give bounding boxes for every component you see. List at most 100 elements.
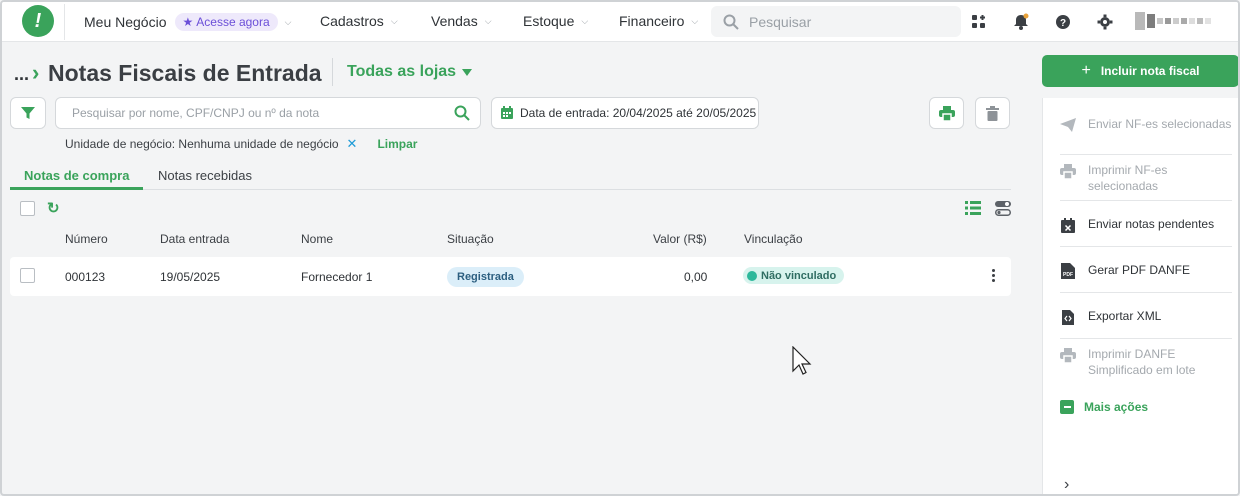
calendar-x-icon xyxy=(1060,217,1076,233)
nav-item-label: Vendas xyxy=(431,13,478,29)
caret-down-icon xyxy=(462,68,473,76)
row-more-icon[interactable] xyxy=(992,269,995,282)
trash-icon xyxy=(986,105,999,121)
refresh-icon[interactable]: ↻ xyxy=(47,199,60,217)
send-icon xyxy=(1060,117,1076,133)
access-badge-label: Acesse agora xyxy=(196,15,270,29)
nav-item-vendas[interactable]: Vendas ⌵ xyxy=(431,13,492,29)
actions-divider xyxy=(1060,154,1232,155)
action-send-selected[interactable]: Enviar NF-es selecionadas xyxy=(1060,116,1232,133)
chevron-down-icon: ⌵ xyxy=(284,16,292,27)
code-file-icon xyxy=(1060,309,1076,325)
nav-item-estoque[interactable]: Estoque ⌵ xyxy=(523,13,588,29)
chevron-right-icon[interactable]: › xyxy=(1064,476,1069,494)
date-range-label: Data de entrada: 20/04/2025 até 20/05/20… xyxy=(520,106,757,120)
select-all-checkbox[interactable] xyxy=(20,201,35,216)
chevron-right-icon: › xyxy=(32,60,40,85)
app-window: ! Meu Negócio ★ Acesse agora ⌵ Cadastros… xyxy=(0,0,1240,496)
include-invoice-button[interactable]: + Incluir nota fiscal xyxy=(1042,55,1238,87)
svg-text:PDF: PDF xyxy=(1063,272,1073,278)
actions-divider xyxy=(1060,200,1232,201)
apps-icon[interactable] xyxy=(969,12,989,32)
plus-icon: + xyxy=(1081,62,1091,79)
action-label: Imprimir DANFE Simplificado em lote xyxy=(1088,347,1196,377)
link-status-label: Não vinculado xyxy=(761,269,837,282)
column-header-nome: Nome xyxy=(301,232,334,246)
row-data-entrada: 19/05/2025 xyxy=(160,270,221,284)
action-send-pending[interactable]: Enviar notas pendentes xyxy=(1060,216,1232,233)
nav-item-label: Estoque xyxy=(523,13,575,29)
bell-icon[interactable] xyxy=(1011,12,1031,32)
row-numero: 000123 xyxy=(65,270,106,284)
printer-icon xyxy=(1060,163,1076,179)
printer-icon xyxy=(1060,347,1076,363)
row-checkbox[interactable] xyxy=(20,268,35,283)
nav-item-financeiro[interactable]: Financeiro ⌵ xyxy=(619,13,698,29)
nav-item-label: Financeiro xyxy=(619,13,685,29)
filter-icon xyxy=(21,107,35,119)
row-nome: Fornecedor 1 xyxy=(301,270,373,284)
top-navbar: ! Meu Negócio ★ Acesse agora ⌵ Cadastros… xyxy=(2,2,1238,42)
app-logo[interactable]: ! xyxy=(22,5,54,37)
store-selector[interactable]: Todas as lojas xyxy=(347,63,473,81)
search-icon[interactable] xyxy=(454,105,470,121)
action-generate-pdf[interactable]: PDF Gerar PDF DANFE xyxy=(1060,262,1232,279)
action-export-xml[interactable]: Exportar XML xyxy=(1060,308,1232,325)
date-range-filter[interactable]: Data de entrada: 20/04/2025 até 20/05/20… xyxy=(491,97,759,129)
include-invoice-label: Incluir nota fiscal xyxy=(1100,64,1200,78)
business-label: Meu Negócio xyxy=(84,14,167,30)
action-print-danfe-batch[interactable]: Imprimir DANFE Simplificado em lote xyxy=(1060,346,1232,378)
column-header-numero: Número xyxy=(65,232,108,246)
search-icon xyxy=(723,14,739,30)
action-print-selected[interactable]: Imprimir NF-es selecionadas xyxy=(1060,162,1232,194)
more-actions-label: Mais ações xyxy=(1084,400,1149,414)
actions-panel xyxy=(1042,98,1238,494)
column-header-data-entrada: Data entrada xyxy=(160,232,230,246)
status-dot-icon xyxy=(747,270,757,281)
tab-notas-recebidas[interactable]: Notas recebidas xyxy=(158,168,252,183)
toggle-columns-icon[interactable] xyxy=(995,201,1011,219)
breadcrumb[interactable]: ... xyxy=(14,64,29,85)
link-status-badge: Não vinculado xyxy=(743,267,845,284)
nav-divider xyxy=(64,4,65,40)
business-menu[interactable]: Meu Negócio ★ Acesse agora ⌵ xyxy=(84,13,291,31)
active-tab-indicator xyxy=(10,187,143,190)
collapse-icon xyxy=(1060,400,1074,414)
star-icon: ★ xyxy=(182,15,194,29)
column-header-valor: Valor (R$) xyxy=(653,232,707,246)
help-icon[interactable]: ? xyxy=(1053,12,1073,32)
chevron-down-icon: ⌵ xyxy=(484,15,492,26)
tabs-divider xyxy=(10,189,1011,190)
filter-button[interactable] xyxy=(10,97,46,129)
printer-icon xyxy=(938,105,955,121)
active-filter-chip: Unidade de negócio: Nenhuma unidade de n… xyxy=(65,136,417,152)
global-search-placeholder: Pesquisar xyxy=(749,13,812,30)
more-actions-button[interactable]: Mais ações xyxy=(1060,400,1148,414)
clear-filters-link[interactable]: Limpar xyxy=(377,137,417,151)
chevron-down-icon: ⌵ xyxy=(581,15,589,26)
delete-button[interactable] xyxy=(975,97,1010,129)
global-search[interactable]: Pesquisar xyxy=(711,6,961,37)
gear-icon[interactable] xyxy=(1095,12,1115,32)
tab-notas-de-compra[interactable]: Notas de compra xyxy=(24,168,129,183)
print-button[interactable] xyxy=(929,97,964,129)
svg-text:?: ? xyxy=(1060,18,1066,29)
nav-item-cadastros[interactable]: Cadastros ⌵ xyxy=(320,13,398,29)
pdf-icon: PDF xyxy=(1060,263,1076,279)
page-title: Notas Fiscais de Entrada xyxy=(48,60,322,86)
actions-divider xyxy=(1060,292,1232,293)
close-icon[interactable]: ✕ xyxy=(347,136,358,152)
nav-item-label: Cadastros xyxy=(320,13,384,29)
search-input[interactable] xyxy=(72,106,432,120)
unit-filter-label: Unidade de negócio: Nenhuma unidade de n… xyxy=(65,137,339,151)
access-now-badge[interactable]: ★ Acesse agora xyxy=(174,13,278,31)
store-selector-label: Todas as lojas xyxy=(347,63,457,80)
actions-divider xyxy=(1060,246,1232,247)
avatar[interactable] xyxy=(1135,11,1227,31)
list-view-icon[interactable] xyxy=(965,201,981,218)
search-field[interactable] xyxy=(55,97,481,129)
chevron-down-icon: ⌵ xyxy=(390,15,398,26)
calendar-icon xyxy=(501,106,513,119)
action-label: Exportar XML xyxy=(1088,309,1162,323)
action-label: Imprimir NF-es selecionadas xyxy=(1088,163,1168,193)
